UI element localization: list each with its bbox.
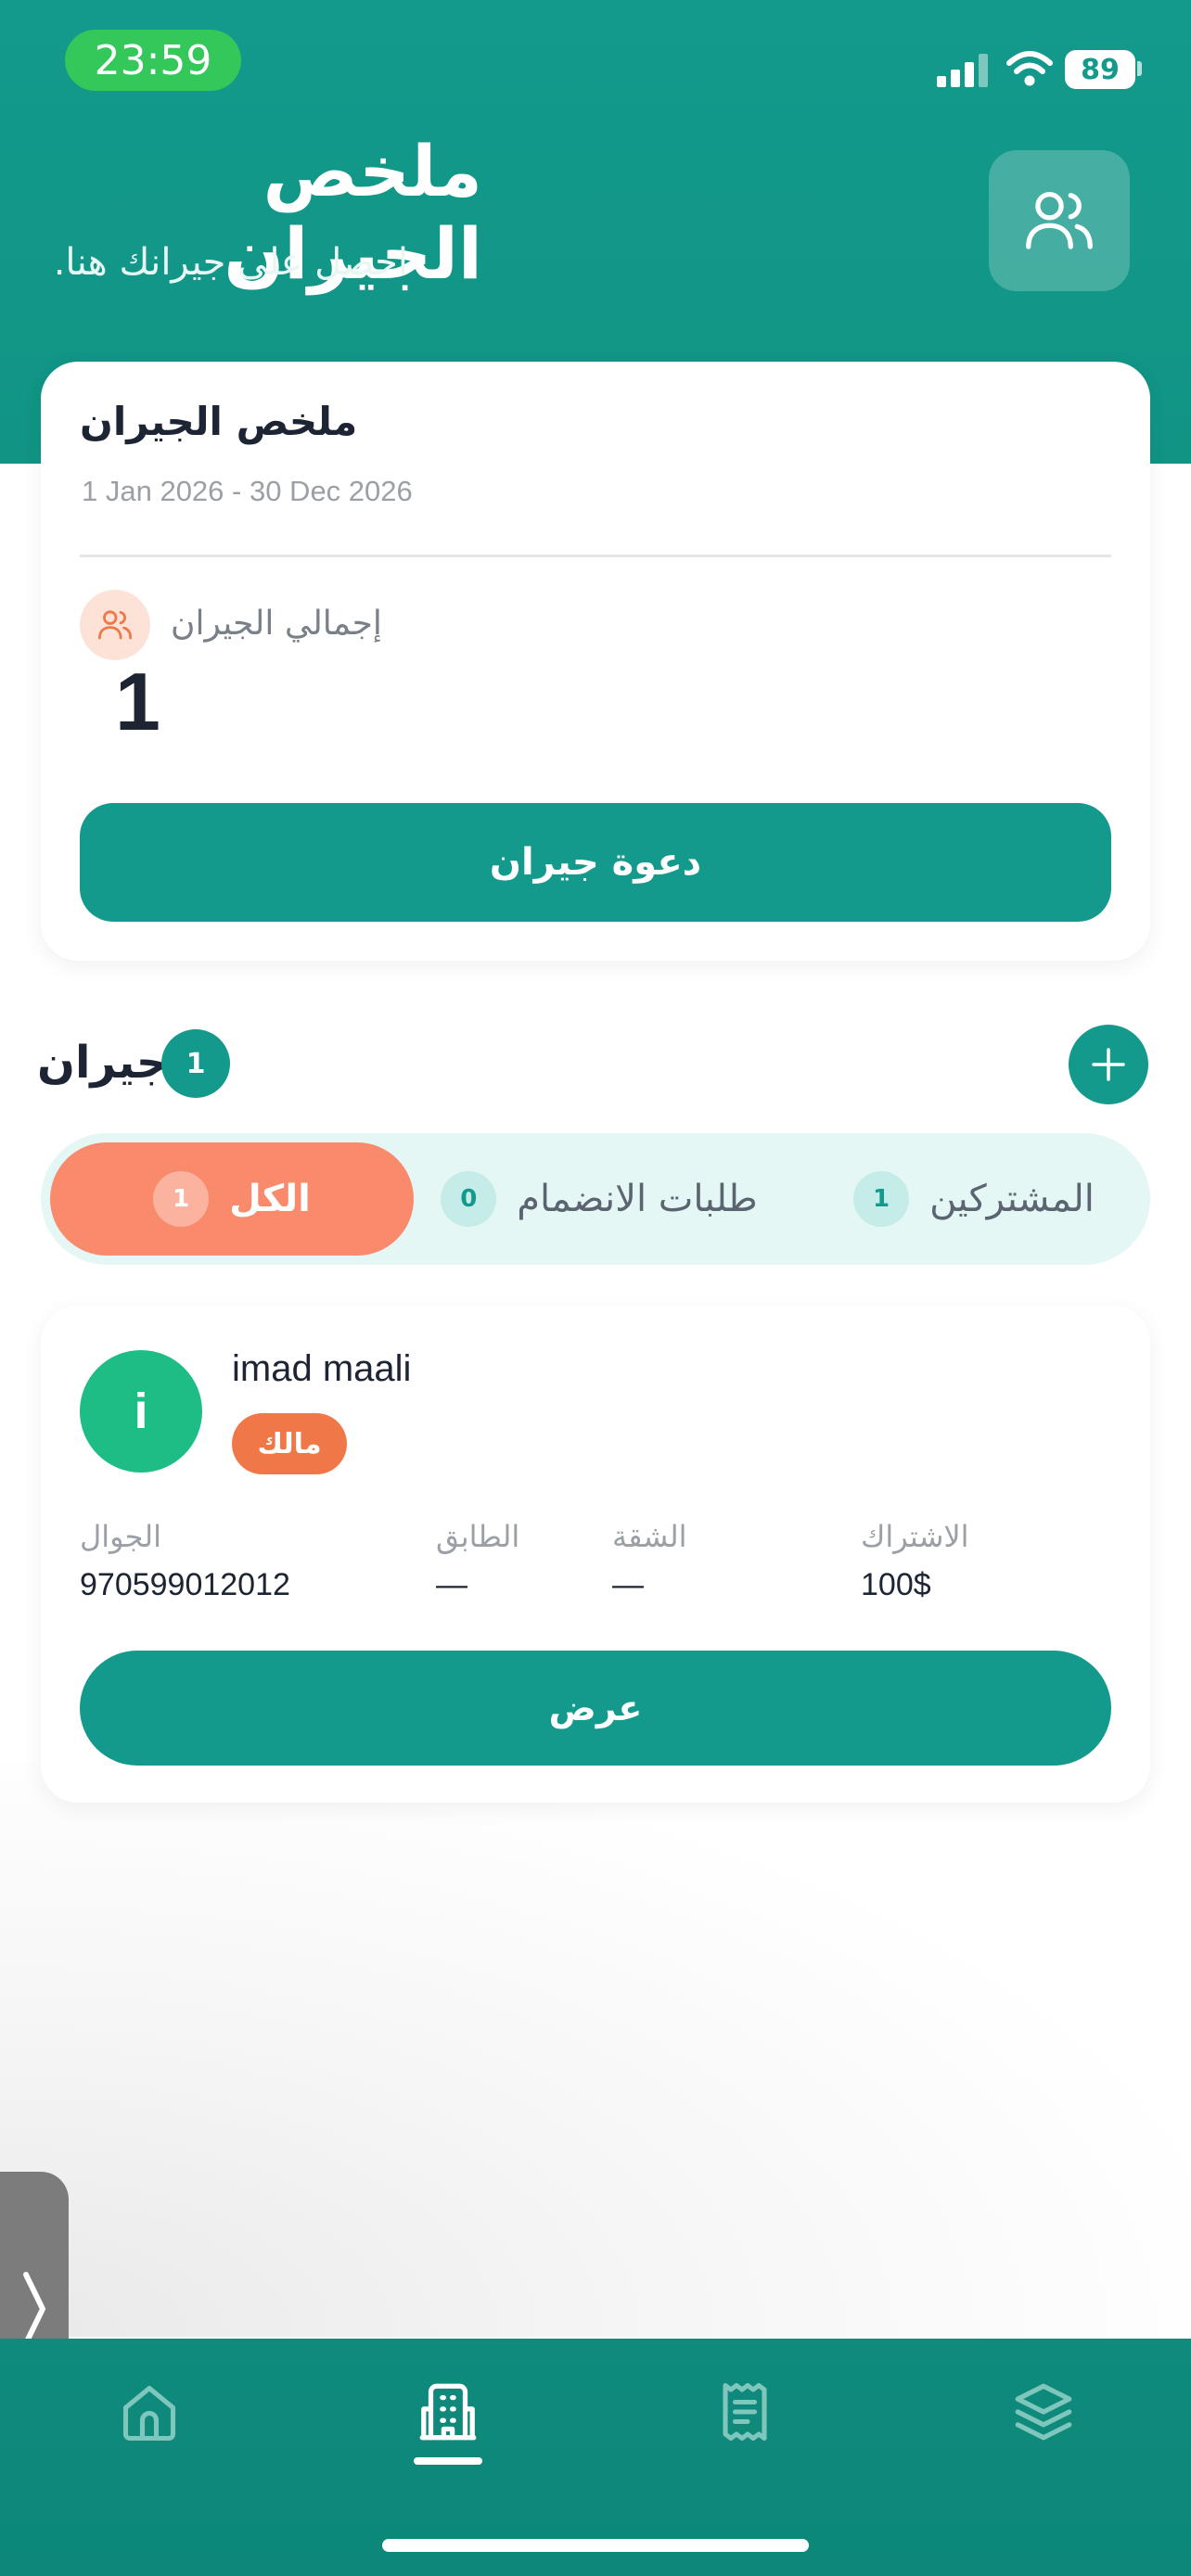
nav-layers[interactable] bbox=[992, 2370, 1095, 2454]
plus-icon bbox=[1092, 1048, 1125, 1081]
neighbors-count-badge: 1 bbox=[161, 1029, 230, 1098]
nav-building[interactable] bbox=[397, 2370, 499, 2454]
invite-neighbors-button[interactable]: دعوة جيران bbox=[80, 803, 1111, 922]
tab-subscribers-label: المشتركين bbox=[929, 1178, 1095, 1220]
battery-indicator: 89 bbox=[1065, 50, 1135, 89]
role-badge: مالك bbox=[232, 1413, 347, 1474]
battery-tip bbox=[1137, 61, 1142, 76]
neighbors-header-button[interactable] bbox=[989, 150, 1130, 291]
neighbor-card: i imad maali مالك الجوال 970599012012 ال… bbox=[41, 1306, 1150, 1803]
add-neighbor-button[interactable] bbox=[1069, 1025, 1148, 1104]
home-indicator bbox=[382, 2539, 809, 2552]
apartment-value: — bbox=[612, 1567, 644, 1602]
view-neighbor-button[interactable]: عرض bbox=[80, 1651, 1111, 1766]
total-neighbors-label: إجمالي الجيران bbox=[171, 605, 382, 643]
tab-all-count: 1 bbox=[153, 1171, 210, 1227]
wifi-icon bbox=[1006, 51, 1053, 86]
page-subtitle: احصل على جيرانك هنا. bbox=[53, 241, 408, 284]
home-icon bbox=[122, 2385, 176, 2442]
tab-join-requests-label: طلبات الانضمام bbox=[517, 1178, 758, 1220]
subscription-value: 100$ bbox=[861, 1567, 931, 1602]
receipt-icon bbox=[723, 2382, 767, 2442]
neighbor-name: imad maali bbox=[232, 1348, 412, 1389]
total-neighbors-icon-wrap bbox=[80, 590, 150, 660]
status-time: 23:59 bbox=[65, 30, 241, 91]
tab-all[interactable]: الكل 1 bbox=[50, 1142, 414, 1256]
nav-receipt[interactable] bbox=[694, 2370, 796, 2454]
floor-value: — bbox=[436, 1567, 467, 1602]
summary-divider bbox=[80, 555, 1111, 557]
nav-home[interactable] bbox=[98, 2370, 200, 2454]
tab-subscribers[interactable]: المشتركين 1 bbox=[816, 1142, 1132, 1256]
total-neighbors-value: 1 bbox=[115, 656, 160, 747]
tab-join-requests[interactable]: طلبات الانضمام 0 bbox=[432, 1142, 766, 1256]
layers-icon bbox=[1015, 2383, 1072, 2441]
users-icon bbox=[1026, 192, 1093, 249]
summary-card-title: ملخص الجيران bbox=[80, 399, 358, 444]
mobile-value: 970599012012 bbox=[80, 1567, 290, 1602]
floor-label: الطابق bbox=[436, 1519, 520, 1554]
tab-join-requests-count: 0 bbox=[441, 1171, 497, 1227]
apartment-label: الشقة bbox=[612, 1519, 687, 1554]
users-icon bbox=[97, 610, 133, 640]
cellular-signal-icon bbox=[937, 54, 988, 87]
summary-card: ملخص الجيران 1 Jan 2026 - 30 Dec 2026 إج… bbox=[41, 362, 1150, 961]
mobile-label: الجوال bbox=[80, 1519, 161, 1554]
subscription-label: الاشتراك bbox=[861, 1519, 969, 1554]
tab-all-label: الكل bbox=[229, 1178, 311, 1220]
tab-subscribers-count: 1 bbox=[853, 1171, 910, 1227]
nav-active-indicator bbox=[414, 2457, 482, 2465]
building-icon bbox=[419, 2383, 477, 2441]
avatar: i bbox=[80, 1350, 202, 1473]
page-background-fade bbox=[0, 1762, 1191, 2337]
neighbors-section-title: جيران bbox=[37, 1037, 169, 1089]
date-range: 1 Jan 2026 - 30 Dec 2026 bbox=[82, 475, 413, 507]
